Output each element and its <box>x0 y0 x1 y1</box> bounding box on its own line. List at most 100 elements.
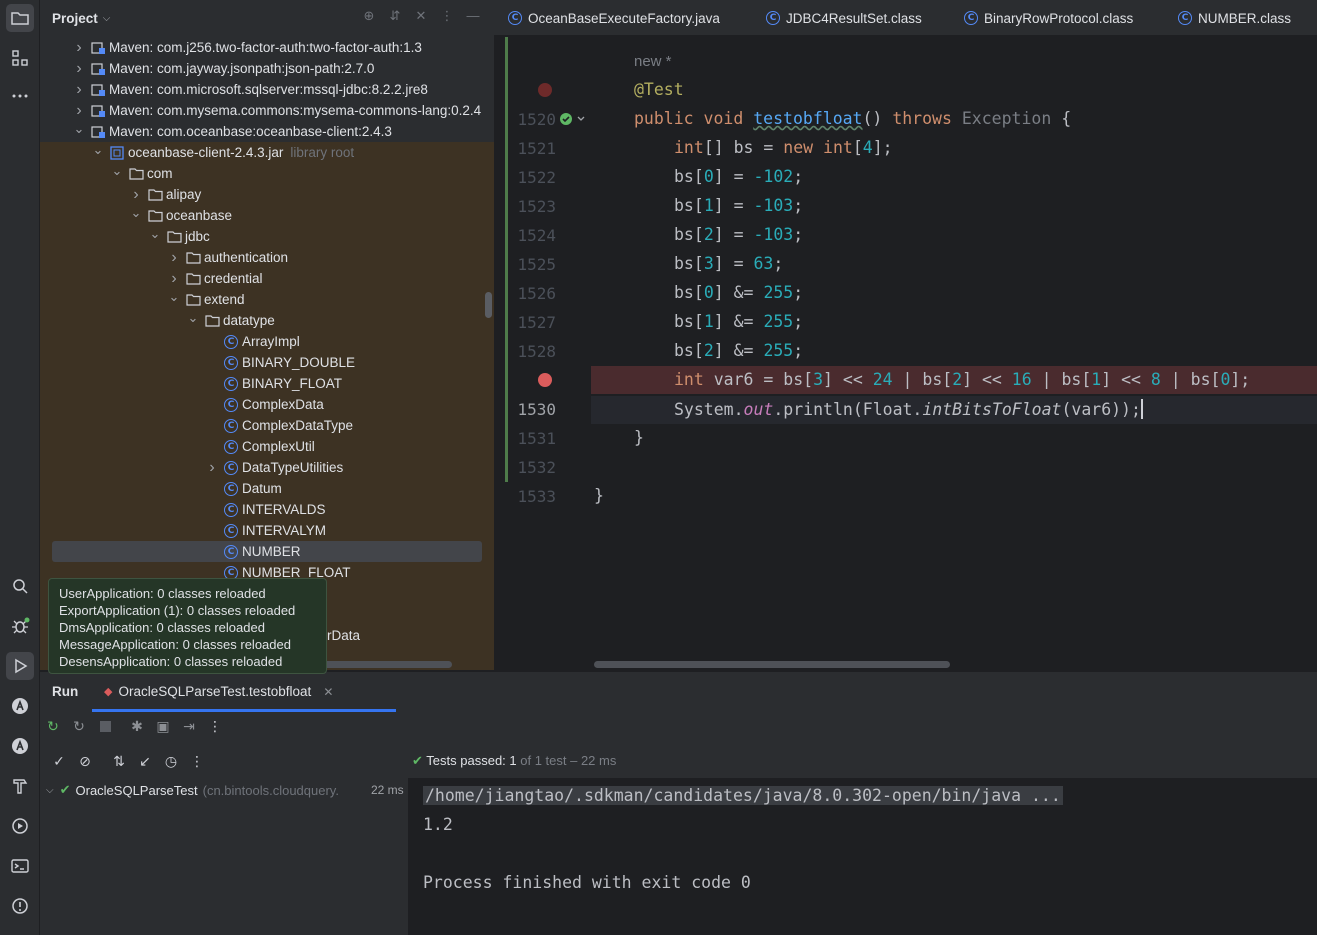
code-token: -103 <box>753 196 794 215</box>
tab-number-class[interactable]: C NUMBER.class <box>1178 0 1291 36</box>
tree-item[interactable]: › alipay <box>40 184 494 205</box>
tab-jdbc4-result-set[interactable]: C JDBC4ResultSet.class <box>766 0 922 36</box>
code-line-method-signature: public void testobfloat() throws Excepti… <box>634 109 1071 128</box>
problems-icon[interactable] <box>6 892 34 920</box>
method-name[interactable]: testobfloat <box>753 109 862 128</box>
tree-item[interactable]: › authentication <box>40 247 494 268</box>
code-editor[interactable] <box>494 37 1317 670</box>
tab-oceanbase-execute-factory[interactable]: C OceanBaseExecuteFactory.java <box>508 0 720 36</box>
tree-item[interactable]: › Maven: com.microsoft.sqlserver:mssql-jd… <box>40 79 494 100</box>
rerun-icon[interactable]: ↻ <box>44 717 62 735</box>
tree-item[interactable]: › credential <box>40 268 494 289</box>
code-token: &= <box>723 341 764 360</box>
more-options-icon[interactable]: ⋮ <box>206 717 224 735</box>
console-command-line[interactable]: /home/jiangtao/.sdkman/candidates/java/8… <box>423 786 1063 805</box>
tree-item-partial[interactable]: rData <box>327 628 360 643</box>
console-output[interactable]: /home/jiangtao/.sdkman/candidates/java/8… <box>408 778 1317 935</box>
hide-icon[interactable]: — <box>466 9 480 23</box>
run-test-icon[interactable] <box>558 110 586 131</box>
chevron-down-icon[interactable]: ⌄ <box>91 142 105 158</box>
chevron-down-icon[interactable]: ⌵ <box>46 785 54 796</box>
run-config-tab[interactable]: ◆ OracleSQLParseTest.testobfloat ✕ <box>104 684 333 699</box>
structure-icon[interactable] <box>6 44 34 72</box>
tree-item[interactable]: C NUMBER <box>52 541 482 562</box>
tree-item[interactable]: C BINARY_DOUBLE <box>40 352 494 373</box>
chevron-right-icon[interactable]: › <box>205 459 219 477</box>
sort-icon[interactable]: ⇅ <box>110 752 128 770</box>
search-icon[interactable] <box>6 572 34 600</box>
chevron-down-icon[interactable]: ⌄ <box>129 205 143 221</box>
run-icon[interactable] <box>6 652 34 680</box>
tree-item[interactable]: C INTERVALDS <box>40 499 494 520</box>
code-token: int <box>823 138 853 157</box>
rerun-failed-icon[interactable]: ↻ <box>70 717 88 735</box>
tree-item[interactable]: ⌄ datatype <box>40 310 494 331</box>
screenshot-camera-icon[interactable]: ▣ <box>154 717 172 735</box>
author-inlay-hint[interactable]: new * <box>634 53 672 70</box>
tree-item[interactable]: C ComplexData <box>40 394 494 415</box>
chevron-down-icon[interactable]: ⌄ <box>186 310 200 326</box>
tree-item-label: oceanbase-client-2.4.3.jar <box>128 145 284 160</box>
terminal-icon[interactable] <box>6 852 34 880</box>
chevron-down-icon[interactable]: ⌄ <box>72 121 86 137</box>
locate-icon[interactable]: ⊕ <box>362 9 376 23</box>
chevron-down-icon[interactable]: ⌵ <box>103 13 111 24</box>
debug-icon[interactable] <box>6 612 34 640</box>
stop-icon[interactable] <box>96 717 114 735</box>
expand-collapse-icon[interactable]: ⇵ <box>388 9 402 23</box>
exit-icon[interactable]: ⇥ <box>180 717 198 735</box>
tool-window-strip <box>0 0 40 935</box>
show-ignored-icon[interactable]: ⊘ <box>76 752 94 770</box>
chevron-right-icon[interactable]: › <box>167 270 181 288</box>
more-tools-icon[interactable] <box>6 82 34 110</box>
chevron-right-icon[interactable]: › <box>72 39 86 57</box>
chevron-down-icon[interactable]: ⌄ <box>148 226 162 242</box>
tree-item-label: authentication <box>204 250 289 265</box>
breakpoint-icon[interactable] <box>538 373 552 387</box>
import-tests-icon[interactable]: ↙ <box>136 752 154 770</box>
tree-item[interactable]: ⌄ jdbc <box>40 226 494 247</box>
plugin-a-icon[interactable] <box>6 732 34 760</box>
tree-item[interactable]: C INTERVALYM <box>40 520 494 541</box>
tree-item[interactable]: C ArrayImpl <box>40 331 494 352</box>
chevron-down-icon[interactable]: ⌄ <box>110 163 124 179</box>
close-tab-icon[interactable]: ✕ <box>323 685 333 699</box>
breakpoint-disabled-icon[interactable] <box>538 83 552 97</box>
tab-binary-row-protocol[interactable]: C BinaryRowProtocol.class <box>964 0 1133 36</box>
tree-item[interactable]: › Maven: com.j256.two-factor-auth:two-fac… <box>40 37 494 58</box>
tree-item[interactable]: › C DataTypeUtilities <box>40 457 494 478</box>
tree-item[interactable]: ⌄ extend <box>40 289 494 310</box>
history-clock-icon[interactable]: ◷ <box>162 752 180 770</box>
editor-horizontal-scrollbar[interactable] <box>594 661 950 668</box>
tree-item[interactable]: › Maven: com.jayway.jsonpath:json-path:2.… <box>40 58 494 79</box>
chevron-right-icon[interactable]: › <box>72 81 86 99</box>
chevron-right-icon[interactable]: › <box>72 60 86 78</box>
tree-item[interactable]: ⌄ oceanbase <box>40 205 494 226</box>
code-line-assignment: bs[0] = -102; <box>674 167 803 186</box>
options-icon[interactable]: ⋮ <box>440 9 454 23</box>
show-passed-check-icon[interactable]: ✓ <box>50 752 68 770</box>
test-result-row[interactable]: ⌵ ✔ OracleSQLParseTest (cn.bintools.clou… <box>46 782 404 798</box>
test-more-options-icon[interactable]: ⋮ <box>188 752 206 770</box>
ai-assistant-icon[interactable] <box>6 692 34 720</box>
collapse-all-icon[interactable]: ✕ <box>414 9 428 23</box>
debug-bug-icon[interactable]: ✱ <box>128 717 146 735</box>
project-tool-folder-icon[interactable] <box>6 4 34 32</box>
chevron-right-icon[interactable]: › <box>167 249 181 267</box>
tree-item[interactable]: › Maven: com.mysema.commons:mysema-common… <box>40 100 494 121</box>
build-hammer-icon[interactable] <box>6 772 34 800</box>
tree-item[interactable]: ⌄ oceanbase-client-2.4.3.jar library root <box>40 142 494 163</box>
chevron-right-icon[interactable]: › <box>129 186 143 204</box>
tree-item[interactable]: ⌄ Maven: com.oceanbase:oceanbase-client:2… <box>40 121 494 142</box>
project-title[interactable]: Project <box>52 11 98 26</box>
tree-item[interactable]: C ComplexUtil <box>40 436 494 457</box>
tree-item[interactable]: ⌄ com <box>40 163 494 184</box>
services-icon[interactable] <box>6 812 34 840</box>
tree-item[interactable]: C ComplexDataType <box>40 415 494 436</box>
project-vertical-scrollbar[interactable] <box>485 292 492 318</box>
chevron-down-icon[interactable]: ⌄ <box>167 289 181 305</box>
tree-item[interactable]: C BINARY_FLOAT <box>40 373 494 394</box>
tree-item[interactable]: C Datum <box>40 478 494 499</box>
chevron-right-icon[interactable]: › <box>72 102 86 120</box>
code-token: ] <box>713 312 724 331</box>
